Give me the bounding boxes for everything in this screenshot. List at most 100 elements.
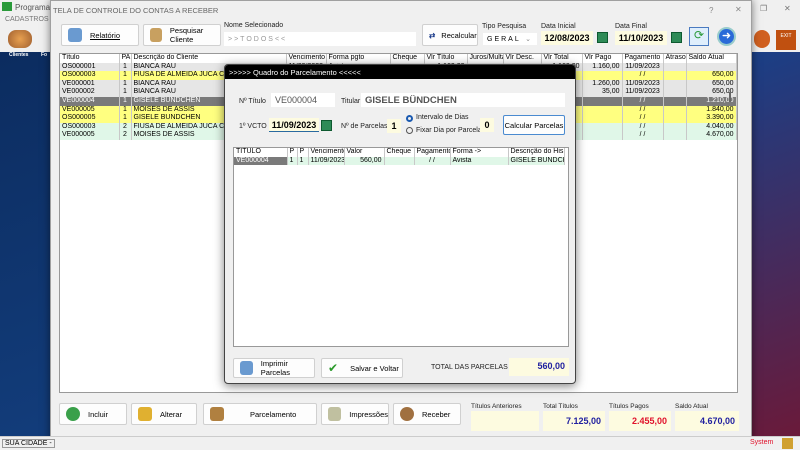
vcto-label: 1º VCTO [239, 123, 267, 130]
column-header[interactable]: PA [119, 54, 132, 63]
column-header[interactable]: Forma -> [450, 148, 509, 157]
calendar-icon[interactable] [597, 32, 608, 43]
menu-cadastros[interactable]: CADASTROS [5, 16, 49, 23]
column-header[interactable]: Forma pgto [326, 54, 391, 63]
nome-selecionado-input[interactable]: >>TODOS<< [224, 32, 416, 46]
impressoes-label: Impressões [349, 409, 388, 419]
tipo-pesquisa-select[interactable]: GERAL ⌄ [483, 33, 537, 45]
table-cell: 1 [119, 114, 132, 123]
column-header[interactable]: Vlr Desc. [503, 54, 542, 63]
table-cell: 1 [119, 88, 132, 97]
column-header[interactable]: Cheque [390, 54, 425, 63]
column-header[interactable]: Descrição do His [508, 148, 565, 157]
table-row[interactable]: VE000004 1 1 11/09/2023 560,00/ / Avista GISEL… [234, 156, 565, 166]
table-cell [582, 96, 623, 106]
refresh-icon[interactable]: ⟳ [689, 27, 709, 46]
titular-input[interactable]: GISELE BÜNDCHEN [361, 93, 565, 107]
toolbar-clientes[interactable]: Clientes [9, 52, 28, 58]
incluir-button[interactable]: Incluir [59, 403, 127, 425]
table-cell [663, 96, 687, 106]
alterar-button[interactable]: Alterar [131, 403, 197, 425]
column-header[interactable]: Descrição do Cliente [131, 54, 287, 63]
column-header[interactable]: Saldo Atual [686, 54, 737, 63]
restore-button[interactable]: ❐ [760, 4, 767, 13]
table-cell: 1 [119, 62, 132, 72]
column-header[interactable]: Juros/Multa [467, 54, 504, 63]
app-close-button[interactable]: ✕ [784, 4, 791, 13]
recalcular-button[interactable]: ⇄ Recalcular [422, 24, 478, 46]
relatorio-button[interactable]: Relatório [61, 24, 139, 46]
table-cell: 11/09/2023 [622, 62, 664, 72]
table-cell: 3.390,00 [686, 114, 737, 123]
calendar-icon[interactable] [321, 120, 332, 131]
parcelas-input[interactable]: 1 [387, 119, 401, 133]
arrow-right-icon[interactable]: ➜ [717, 27, 736, 46]
table-cell: / / [622, 131, 664, 140]
salvar-label: Salvar e Voltar [350, 363, 399, 373]
status-bar: SUA CIDADE - System [0, 436, 800, 450]
table-cell [663, 114, 687, 123]
table-cell: 4.040,00 [686, 122, 737, 132]
table-cell: 1 [287, 156, 298, 166]
clientes-icon[interactable] [8, 30, 32, 48]
table-cell [582, 71, 623, 80]
impressoes-button[interactable]: Impressões [321, 403, 389, 425]
column-header[interactable]: Valor [344, 148, 385, 157]
column-header[interactable]: P [297, 148, 309, 157]
app-logo-icon [2, 2, 12, 11]
salvar-voltar-button[interactable]: ✔ Salvar e Voltar [321, 358, 403, 378]
parcelamento-button[interactable]: Parcelamento [203, 403, 317, 425]
column-header[interactable]: TITULO [234, 148, 288, 157]
data-final-input[interactable]: 11/10/2023 [615, 31, 667, 45]
status-system: System [750, 439, 774, 446]
exit-icon[interactable]: EXIT [776, 30, 796, 50]
data-inicial-input[interactable]: 12/08/2023 [541, 31, 593, 45]
column-header[interactable]: Pagamento [414, 148, 451, 157]
suporte-icon[interactable] [754, 30, 770, 48]
calcular-parcelas-button[interactable]: Calcular Parcelas [503, 115, 565, 135]
pesquisar-cliente-button[interactable]: Pesquisar Cliente [143, 24, 221, 46]
titulo-input[interactable]: VE000004 [271, 93, 335, 107]
table-cell: / / [622, 96, 664, 106]
column-header[interactable]: Vlr Total [541, 54, 583, 63]
parcelamento-modal: >>>>> Quadro do Parcelamento <<<<< Nº Tí… [224, 64, 576, 384]
data-inicial-label: Data Inicial [541, 23, 576, 30]
check-icon: ✔ [328, 361, 339, 375]
titulos-pagos-label: Títulos Pagos [609, 403, 649, 410]
column-header[interactable]: Vlr Pago [582, 54, 623, 63]
table-cell: Avista [450, 156, 509, 166]
calendar-icon[interactable] [671, 32, 682, 43]
column-header[interactable]: Pagamento [622, 54, 664, 63]
vcto-input[interactable]: 11/09/2023 [269, 118, 319, 132]
table-cell [663, 62, 687, 72]
money-icon [400, 407, 414, 421]
intervalo-radio[interactable] [406, 115, 413, 122]
table-cell: / / [622, 114, 664, 123]
edit-icon [138, 407, 152, 421]
column-header[interactable]: Atraso [663, 54, 687, 63]
imprimir-parcelas-button[interactable]: Imprimir Parcelas [233, 358, 315, 378]
column-header[interactable]: P [287, 148, 298, 157]
intervalo-input[interactable]: 0 [480, 118, 494, 132]
search-client-icon [150, 28, 162, 42]
toolbar-fo[interactable]: Fo [41, 52, 47, 58]
tag-icon [328, 407, 342, 421]
parcelas-table[interactable]: TITULO P P Vencimento Valor Cheque Pagamento Fo… [233, 147, 569, 347]
saldo-atual-label: Saldo Atual [675, 403, 708, 410]
table-cell: OS000003 [60, 71, 120, 80]
tipo-value: GERAL [487, 35, 521, 43]
help-button[interactable]: ? [709, 6, 713, 15]
incluir-label: Incluir [88, 409, 109, 419]
column-header[interactable]: Cheque [384, 148, 415, 157]
receber-button[interactable]: Receber [393, 403, 461, 425]
column-header[interactable]: Vencimento [308, 148, 345, 157]
window-close-button[interactable]: ✕ [735, 5, 742, 14]
scrollbar[interactable] [729, 92, 731, 102]
table-cell: VE000004 [234, 156, 288, 166]
table-cell: 4.670,00 [686, 131, 737, 140]
column-header[interactable]: Vlr Título [424, 54, 468, 63]
fixar-dia-radio[interactable] [406, 127, 413, 134]
table-cell: 35,00 [582, 88, 623, 97]
column-header[interactable]: Título [60, 54, 120, 63]
column-header[interactable]: Vencimento [286, 54, 327, 63]
